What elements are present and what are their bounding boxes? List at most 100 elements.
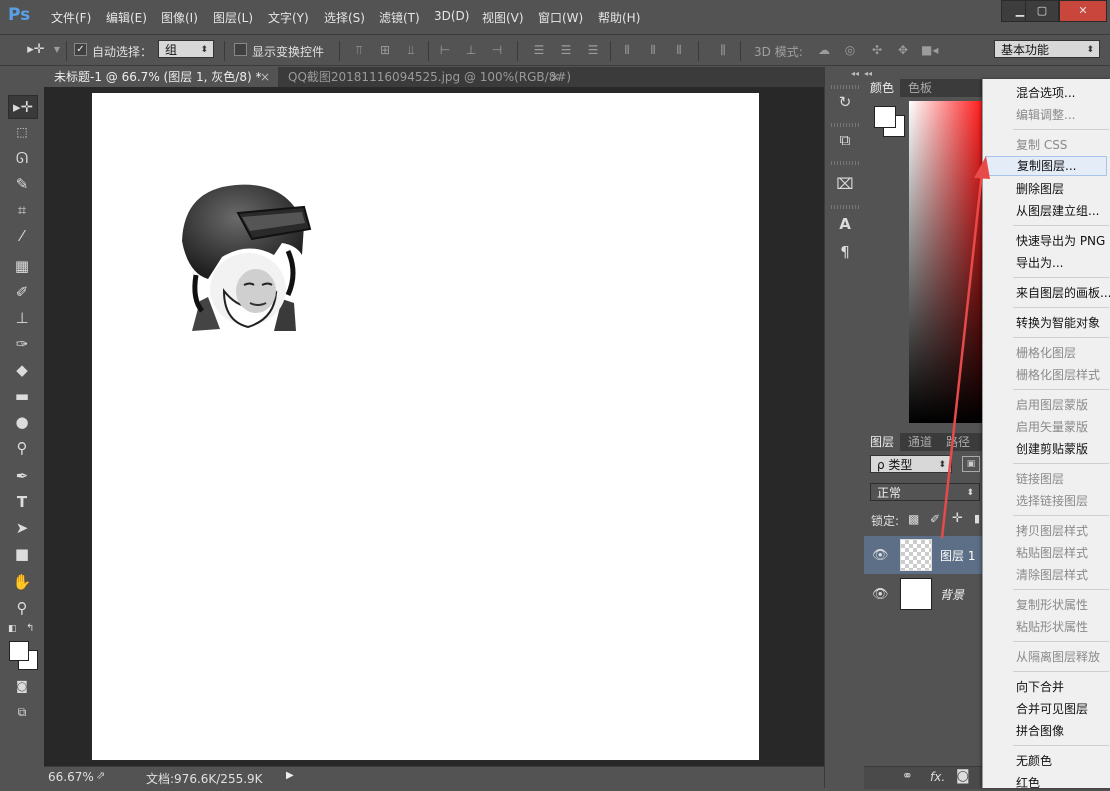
distribute-left-icon[interactable]: ⫴	[620, 43, 634, 57]
3d-scale-icon[interactable]: ■◂	[921, 43, 938, 57]
menu-item-merge-down[interactable]: 向下合并	[1016, 678, 1064, 695]
foreground-color-swatch[interactable]	[874, 106, 896, 128]
align-right-icon[interactable]: ⊣	[490, 43, 504, 57]
blur-tool-icon[interactable]: ●	[8, 411, 36, 433]
quick-select-tool-icon[interactable]: ✎	[8, 173, 36, 195]
auto-select-dropdown[interactable]: 组 ⬍	[158, 40, 214, 58]
menu-item-rasterize-layer-style[interactable]: 栅格化图层样式	[1016, 366, 1100, 383]
eyedropper-tool-icon[interactable]: ⁄	[8, 225, 36, 247]
healing-brush-tool-icon[interactable]: ▦	[8, 255, 36, 277]
distribute-bottom-icon[interactable]: ☰	[586, 43, 600, 57]
menu-item-rasterize-layer[interactable]: 栅格化图层	[1016, 344, 1076, 361]
helmet-meme-image[interactable]	[178, 181, 318, 331]
maximize-button[interactable]: ▢	[1025, 0, 1059, 22]
menu-item-artboard-from-layers[interactable]: 来自图层的画板...	[1016, 284, 1110, 301]
menu-select[interactable]: 选择(S)	[324, 9, 365, 26]
menu-item-no-color[interactable]: 无颜色	[1016, 752, 1052, 769]
move-tool-icon[interactable]: ▸✛	[8, 95, 38, 119]
menu-item-enable-vector-mask[interactable]: 启用矢量蒙版	[1016, 418, 1088, 435]
menu-edit[interactable]: 编辑(E)	[106, 9, 147, 26]
character-panel-icon[interactable]: A	[833, 213, 857, 235]
3d-pan-icon[interactable]: ✣	[870, 43, 884, 57]
add-mask-icon[interactable]: ◙	[956, 768, 970, 784]
brush-tool-icon[interactable]: ✐	[8, 281, 36, 303]
lock-transparent-icon[interactable]: ▩	[908, 512, 919, 526]
collapse-icon[interactable]: ◂◂	[864, 69, 872, 78]
distribute-right-icon[interactable]: ⫴	[672, 43, 686, 57]
chevron-down-icon[interactable]: ▼	[50, 43, 64, 57]
close-icon[interactable]: ×	[550, 67, 560, 87]
distribute-top-icon[interactable]: ☰	[532, 43, 546, 57]
3d-slide-icon[interactable]: ✥	[896, 43, 910, 57]
fx-icon[interactable]: fx.	[930, 770, 945, 784]
canvas-area[interactable]	[44, 87, 824, 766]
default-colors-icon[interactable]: ◧	[8, 624, 18, 634]
menu-item-quick-export-png[interactable]: 快速导出为 PNG	[1016, 232, 1105, 249]
eye-icon[interactable]: 👁	[872, 548, 889, 563]
menu-help[interactable]: 帮助(H)	[598, 9, 640, 26]
menu-item-copy-layer-style[interactable]: 拷贝图层样式	[1016, 522, 1088, 539]
menu-item-paste-shape-attributes[interactable]: 粘贴形状属性	[1016, 618, 1088, 635]
menu-3d[interactable]: 3D(D)	[434, 9, 469, 23]
menu-item-enable-layer-mask[interactable]: 启用图层蒙版	[1016, 396, 1088, 413]
align-vcenter-icon[interactable]: ⊞	[378, 43, 392, 57]
distribute-vcenter-icon[interactable]: ☰	[559, 43, 573, 57]
tab-qq-screenshot[interactable]: QQ截图20181116094525.jpg @ 100%(RGB/8#) ×	[278, 67, 571, 87]
menu-item-create-clipping-mask[interactable]: 创建剪贴蒙版	[1016, 440, 1088, 457]
gradient-tool-icon[interactable]: ▬	[8, 385, 36, 407]
menu-item-copy-css[interactable]: 复制 CSS	[1016, 136, 1067, 153]
properties-panel-icon[interactable]: ⧉	[833, 129, 857, 151]
paragraph-panel-icon[interactable]: ¶	[833, 241, 857, 263]
zoom-tool-icon[interactable]: ⚲	[8, 597, 36, 619]
foreground-color-swatch[interactable]	[9, 641, 29, 661]
align-bottom-icon[interactable]: ⫫	[404, 43, 418, 57]
menu-item-flatten-image[interactable]: 拼合图像	[1016, 722, 1064, 739]
layer-row[interactable]: 👁 背景	[864, 575, 982, 613]
tab-swatches[interactable]: 色板	[902, 79, 938, 97]
tab-layers[interactable]: 图层	[864, 433, 901, 451]
history-brush-tool-icon[interactable]: ✑	[8, 333, 36, 355]
marquee-tool-icon[interactable]: ⬚	[8, 121, 36, 143]
menu-item-paste-layer-style[interactable]: 粘贴图层样式	[1016, 544, 1088, 561]
adjustments-panel-icon[interactable]: ⌧	[833, 173, 857, 195]
collapse-icon[interactable]: ◂◂	[851, 69, 859, 78]
menu-item-merge-visible[interactable]: 合并可见图层	[1016, 700, 1088, 717]
menu-type[interactable]: 文字(Y)	[268, 9, 309, 26]
swap-colors-icon[interactable]: ↰	[26, 623, 36, 634]
rectangle-tool-icon[interactable]: ■	[8, 543, 36, 565]
align-left-icon[interactable]: ⊢	[438, 43, 452, 57]
crop-tool-icon[interactable]: ⌗	[8, 199, 36, 221]
menu-item-copy-shape-attributes[interactable]: 复制形状属性	[1016, 596, 1088, 613]
auto-select-checkbox[interactable]: ✓	[74, 43, 87, 56]
menu-item-select-linked-layers[interactable]: 选择链接图层	[1016, 492, 1088, 509]
menu-item-link-layers[interactable]: 链接图层	[1016, 470, 1064, 487]
zoom-level[interactable]: 66.67%	[48, 770, 94, 784]
link-layers-icon[interactable]: ⚭	[902, 769, 913, 784]
menu-view[interactable]: 视图(V)	[482, 9, 524, 26]
move-tool-preset-icon[interactable]: ▸✛	[26, 43, 46, 57]
menu-image[interactable]: 图像(I)	[161, 9, 198, 26]
lasso-tool-icon[interactable]: ᘏ	[8, 147, 36, 169]
eraser-tool-icon[interactable]: ◆	[8, 359, 36, 381]
history-panel-icon[interactable]: ↻	[833, 91, 857, 113]
menu-item-convert-smart-object[interactable]: 转换为智能对象	[1016, 314, 1100, 331]
tab-color[interactable]: 颜色	[864, 79, 901, 97]
layer-name[interactable]: 背景	[940, 586, 964, 603]
eye-icon[interactable]: 👁	[872, 587, 889, 602]
3d-orbit-icon[interactable]: ☁	[817, 43, 831, 57]
dodge-tool-icon[interactable]: ⚲	[8, 437, 36, 459]
clone-stamp-tool-icon[interactable]: ⊥	[8, 307, 36, 329]
screen-mode-icon[interactable]: ⧉	[8, 701, 36, 723]
menu-layer[interactable]: 图层(L)	[213, 9, 253, 26]
menu-item-red[interactable]: 红色	[1016, 774, 1040, 791]
menu-item-delete-layer[interactable]: 删除图层	[1016, 180, 1064, 197]
close-button[interactable]: ✕	[1059, 0, 1107, 22]
3d-roll-icon[interactable]: ◎	[843, 43, 857, 57]
menu-item-export-as[interactable]: 导出为...	[1016, 254, 1063, 271]
menu-item-release-isolation[interactable]: 从隔离图层释放	[1016, 648, 1100, 665]
align-hcenter-icon[interactable]: ⊥	[464, 43, 478, 57]
close-icon[interactable]: ×	[260, 67, 270, 87]
menu-item-group-from-layers[interactable]: 从图层建立组...	[1016, 202, 1099, 219]
share-icon[interactable]: ⇗	[96, 769, 105, 782]
quick-mask-icon[interactable]: ◙	[8, 675, 36, 697]
